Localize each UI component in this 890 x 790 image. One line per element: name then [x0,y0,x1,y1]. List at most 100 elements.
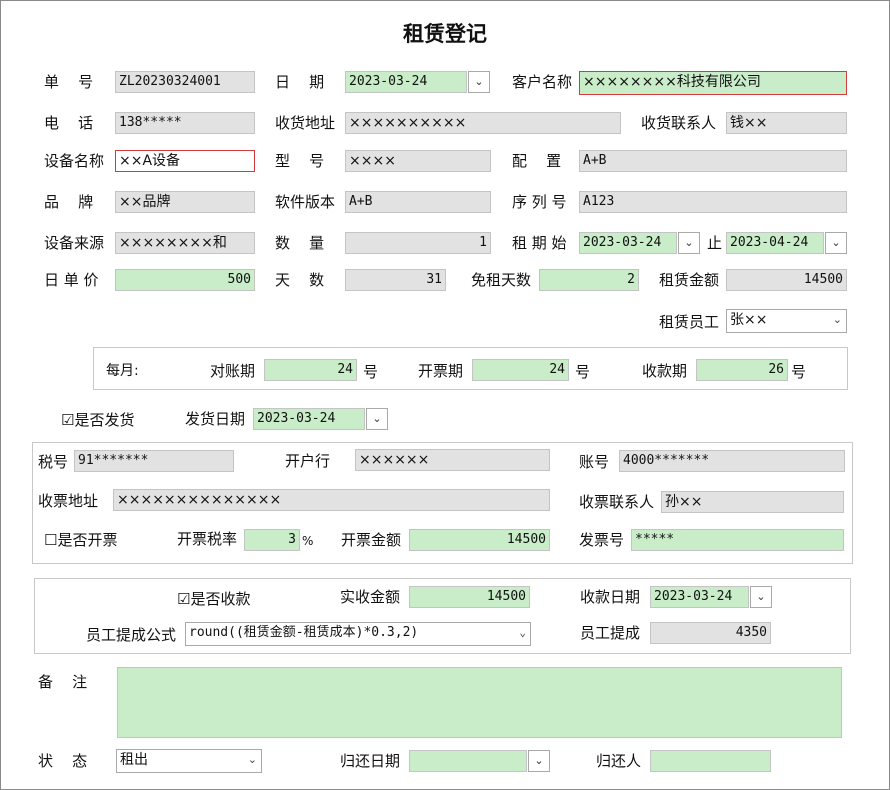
lease-amount-field[interactable]: 14500 [726,269,847,291]
phone-label: 电 话 [44,114,94,132]
ship-date-label: 发货日期 [185,410,246,428]
invoice-addr-field[interactable]: ×××××××××××××× [113,489,550,511]
shipped-label: 是否发货 [74,411,135,429]
invoice-period-label: 开票期 [418,362,464,380]
model-label: 型 号 [275,152,325,170]
reconcile-unit: 号 [363,363,379,381]
invoice-no-field[interactable]: ***** [631,529,844,551]
lease-start-field[interactable]: 2023-03-24 [579,232,677,254]
chevron-down-icon: ⌄ [474,75,484,88]
return-date-field[interactable] [409,750,527,772]
commission-formula-value: round((租赁金额-租赁成本)*0.3,2) [189,625,419,640]
model-field[interactable]: ×××× [345,150,491,172]
status-label: 状 态 [38,752,88,770]
shipped-checkbox[interactable]: ☑是否发货 [61,410,134,430]
date-label: 日 期 [275,73,325,91]
collect-period-field[interactable]: 26 [696,359,788,381]
device-name-field[interactable]: ××A设备 [115,150,255,172]
return-date-dropdown[interactable]: ⌄ [528,750,550,772]
source-field[interactable]: ××××××××和 [115,232,255,254]
free-days-label: 免租天数 [471,271,532,289]
received-amount-label: 实收金额 [340,588,401,606]
source-label: 设备来源 [44,234,105,252]
invoice-contact-field[interactable]: 孙×× [661,491,844,513]
chevron-down-icon: ⌄ [832,313,842,326]
monthly-label: 每月: [106,363,139,379]
returner-label: 归还人 [596,752,642,770]
collect-date-dropdown[interactable]: ⌄ [750,586,772,608]
ship-date-field[interactable]: 2023-03-24 [253,408,365,430]
checkbox-checked-icon: ☑ [61,411,75,429]
ship-contact-label: 收货联系人 [641,114,717,132]
qty-label: 数 量 [275,234,325,252]
collect-date-field[interactable]: 2023-03-24 [650,586,749,608]
checkbox-unchecked-icon: ☐ [44,531,58,549]
chevron-down-icon: ⌄ [247,753,257,766]
collected-label: 是否收款 [190,590,251,608]
collect-date-label: 收款日期 [580,588,641,606]
invoice-amount-field[interactable]: 14500 [409,529,550,551]
chevron-down-icon: ⌄ [684,236,694,249]
commission-formula-label: 员工提成公式 [86,626,177,644]
chevron-down-icon: ⌄ [519,626,526,639]
received-amount-field[interactable]: 14500 [409,586,530,608]
tax-no-field[interactable]: 91******* [74,450,234,472]
ship-addr-field[interactable]: ×××××××××× [345,112,621,134]
serial-field[interactable]: A123 [579,191,847,213]
commission-formula-select[interactable]: round((租赁金额-租赁成本)*0.3,2) ⌄ [185,622,531,646]
tax-rate-field[interactable]: 3 [244,529,300,551]
invoiced-label: 是否开票 [57,531,118,549]
lease-end-label: 止 [707,234,723,252]
lease-start-dropdown[interactable]: ⌄ [678,232,700,254]
config-label: 配 置 [512,152,562,170]
daily-price-label: 日 单 价 [44,271,99,289]
invoice-period-field[interactable]: 24 [472,359,569,381]
order-no-label: 单 号 [44,73,94,91]
brand-field[interactable]: ××品牌 [115,191,255,213]
date-field[interactable]: 2023-03-24 [345,71,467,93]
bank-field[interactable]: ×××××× [355,449,550,471]
bank-label: 开户行 [285,452,331,470]
ship-date-dropdown[interactable]: ⌄ [366,408,388,430]
lease-staff-select[interactable]: 张×× ⌄ [726,309,847,333]
serial-label: 序 列 号 [512,193,567,211]
collected-checkbox[interactable]: ☑是否收款 [177,589,250,609]
status-select[interactable]: 租出 ⌄ [116,749,262,773]
chevron-down-icon: ⌄ [372,412,382,425]
invoice-no-label: 发票号 [579,531,625,549]
commission-field[interactable]: 4350 [650,622,771,644]
days-field[interactable]: 31 [345,269,446,291]
lease-end-field[interactable]: 2023-04-24 [726,232,824,254]
daily-price-field[interactable]: 500 [115,269,255,291]
checkbox-checked-icon: ☑ [177,590,191,608]
chevron-down-icon: ⌄ [831,236,841,249]
page-title: 租赁登记 [403,21,487,46]
returner-field[interactable] [650,750,771,772]
invoiced-checkbox[interactable]: ☐是否开票 [44,530,117,550]
qty-field[interactable]: 1 [345,232,491,254]
ship-contact-field[interactable]: 钱×× [726,112,847,134]
commission-label: 员工提成 [580,624,641,642]
device-name-label: 设备名称 [44,152,105,170]
reconcile-field[interactable]: 24 [264,359,357,381]
collect-period-unit: 号 [791,363,807,381]
config-field[interactable]: A+B [579,150,847,172]
remark-label: 备 注 [38,673,88,691]
date-dropdown[interactable]: ⌄ [468,71,490,93]
invoice-amount-label: 开票金额 [341,531,402,549]
brand-label: 品 牌 [44,193,94,211]
days-label: 天 数 [275,271,325,289]
invoice-contact-label: 收票联系人 [579,493,655,511]
reconcile-label: 对账期 [210,362,256,380]
remark-field[interactable] [117,667,842,738]
lease-end-dropdown[interactable]: ⌄ [825,232,847,254]
invoice-period-unit: 号 [575,363,591,381]
account-field[interactable]: 4000******* [619,450,845,472]
order-no-field[interactable]: ZL20230324001 [115,71,255,93]
lease-staff-label: 租赁员工 [659,313,720,331]
ship-addr-label: 收货地址 [275,114,336,132]
phone-field[interactable]: 138***** [115,112,255,134]
customer-field[interactable]: ××××××××科技有限公司 [579,71,847,95]
software-field[interactable]: A+B [345,191,491,213]
free-days-field[interactable]: 2 [539,269,639,291]
